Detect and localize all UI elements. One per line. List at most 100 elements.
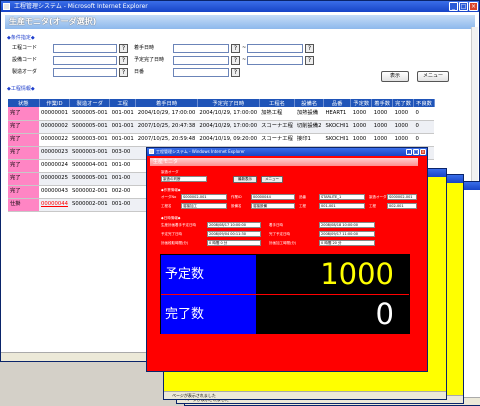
menu-button[interactable]: メニュー <box>417 71 449 82</box>
table-cell-start-qty: 1000 <box>371 107 393 121</box>
t2-value: 2008/08/18 10:00:00 <box>319 222 375 228</box>
monitor-page-title: 生産モニタ <box>150 158 418 166</box>
table-cell-status: 完了 <box>8 120 39 134</box>
table-cell-done-qty: 1000 <box>392 133 414 147</box>
column-header: 完了数 <box>392 99 415 107</box>
column-header: 工程名 <box>259 99 296 107</box>
close-icon[interactable]: × <box>420 149 426 155</box>
start-to-calendar-button[interactable]: ? <box>305 44 314 53</box>
finish-to-calendar-button[interactable]: ? <box>305 56 314 65</box>
column-header: 製造オーダ <box>69 99 111 107</box>
process-value: 001-001 <box>319 203 365 209</box>
refresh-button[interactable]: 最新表示 <box>233 176 257 183</box>
t6-label: 計画加工時間(分) <box>269 241 297 245</box>
close-icon[interactable]: × <box>469 2 478 11</box>
column-header: 着手数 <box>371 99 394 107</box>
column-header: 予定完了日時 <box>197 99 260 107</box>
pname-value: 溶接加工 <box>181 203 227 209</box>
shift-lookup-button[interactable]: ? <box>231 68 240 77</box>
finish-from-calendar-button[interactable]: ? <box>231 56 240 65</box>
shift-label: 日番 <box>134 69 145 75</box>
table-cell-work-id[interactable]: 00000043 <box>39 185 70 199</box>
table-cell-work-id[interactable]: 00000024 <box>39 159 70 173</box>
shift-input[interactable] <box>173 68 229 77</box>
table-cell-start: 2004/10/29, 17:00:00 <box>135 107 198 121</box>
table-cell-work-id[interactable]: 00000025 <box>39 172 70 186</box>
equip-label: 設備名 <box>231 204 242 208</box>
table-cell-status: 完了 <box>8 159 39 173</box>
order-no-label: オーダNo <box>161 195 177 199</box>
column-header: 設備名 <box>294 99 324 107</box>
table-cell-start: 2007/10/25, 20:59:48 <box>135 133 198 147</box>
main-title-bar: 工程管理システム - Microsoft Internet Explorer _… <box>1 1 479 12</box>
table-cell-work-id[interactable]: 00000023 <box>39 146 70 160</box>
table-cell-process: 001-00 <box>109 198 136 212</box>
order-label: 製造オーダ <box>161 170 179 174</box>
column-header: 予定数 <box>350 99 373 107</box>
manufacture-order-lookup-button[interactable]: ? <box>119 68 128 77</box>
equipment-code-lookup-button[interactable]: ? <box>119 56 128 65</box>
table-cell-part: SKOCHI1 <box>323 133 351 147</box>
plan-count-value: 1000 <box>256 255 410 294</box>
table-cell-process: 001-001 <box>109 120 136 134</box>
table-row[interactable]: 完了 00000001 S000005-001 001-001 2004/10/29, … <box>8 107 435 121</box>
table-cell-work-id[interactable]: 00000001 <box>39 107 70 121</box>
table-cell-status: 完了 <box>8 185 39 199</box>
minimize-icon[interactable]: _ <box>449 2 458 11</box>
process-code-lookup-button[interactable]: ? <box>119 44 128 53</box>
manufacture-order-input[interactable] <box>53 68 117 77</box>
finish-from-input[interactable] <box>173 56 229 65</box>
table-cell-part: SKOCHI1 <box>323 120 351 134</box>
time-section-heading: ◆日時情報◆ <box>161 216 181 220</box>
start-to-input[interactable] <box>247 44 303 53</box>
table-cell-work-id[interactable]: 00000002 <box>39 120 70 134</box>
table-cell-work-id[interactable]: 00000022 <box>39 133 70 147</box>
column-header: 状態 <box>8 99 40 107</box>
table-cell-start-qty: 1000 <box>371 133 393 147</box>
start-from-input[interactable] <box>173 44 229 53</box>
table-cell-process: 002-00 <box>109 185 136 199</box>
table-cell-status: 完了 <box>8 107 39 121</box>
table-cell-plan-qty: 1000 <box>350 133 372 147</box>
finish-to-input[interactable] <box>247 56 303 65</box>
start-from-calendar-button[interactable]: ? <box>231 44 240 53</box>
display-button[interactable]: 表示 <box>381 71 409 82</box>
t4-value: 2008/09/17 11:00:00 <box>319 231 375 237</box>
table-cell-process: 001-00 <box>109 159 136 173</box>
t3-value: 2008/09/04 00:11:30 <box>207 231 261 237</box>
t6-value: 0 時間 20 分 <box>319 240 375 246</box>
plan-count-label: 予定数 <box>161 255 256 294</box>
table-cell-ng: 0 <box>413 133 435 147</box>
table-cell-pname: スコーナ工程 <box>259 120 295 134</box>
table-cell-order: S000003-001 <box>69 133 110 147</box>
monitor-menu-button[interactable]: メニュー <box>261 176 283 183</box>
table-cell-order: S000002-001 <box>69 198 110 212</box>
production-monitor-window: 工程管理システム - Windows Internet Explorer _ □… <box>146 147 428 372</box>
table-row[interactable]: 完了 00000002 S000005-001 001-001 2007/10/25, … <box>8 120 435 134</box>
column-header: 品番 <box>323 99 352 107</box>
table-cell-plan-qty: 1000 <box>350 120 372 134</box>
maximize-icon[interactable]: □ <box>459 2 468 11</box>
t5-label: 計画段取時間(分) <box>161 241 189 245</box>
process-code-input[interactable] <box>53 44 117 53</box>
table-cell-work-id[interactable]: 00000044 <box>39 198 70 212</box>
table-cell-start: 2007/10/25, 20:47:38 <box>135 120 198 134</box>
work-id-value: 00000044 <box>251 194 295 200</box>
order-select[interactable]: 製造の判断 <box>161 176 207 182</box>
code-label: 製造オーダ <box>369 195 387 199</box>
table-row[interactable]: 完了 00000022 S000003-001 001-001 2007/10/25, … <box>8 133 435 147</box>
t1-label: 生産計画着手予定日時 <box>161 223 196 227</box>
table-cell-order: S000005-001 <box>69 172 110 186</box>
table-cell-order: S000002-001 <box>69 185 110 199</box>
part-value: STARLITE_1 <box>319 194 365 200</box>
minimize-icon[interactable]: _ <box>406 149 412 155</box>
table-cell-equip: 接印1 <box>294 133 324 147</box>
column-header: 作業ID <box>39 99 71 107</box>
table-cell-status: 完了 <box>8 146 39 160</box>
t5-value: 0 時間 0 分 <box>207 240 261 246</box>
table-cell-process: 003-00 <box>109 146 136 160</box>
process-label: 工程 <box>299 204 306 208</box>
column-header: 不良数 <box>413 99 435 107</box>
equipment-code-input[interactable] <box>53 56 117 65</box>
maximize-icon[interactable]: □ <box>413 149 419 155</box>
